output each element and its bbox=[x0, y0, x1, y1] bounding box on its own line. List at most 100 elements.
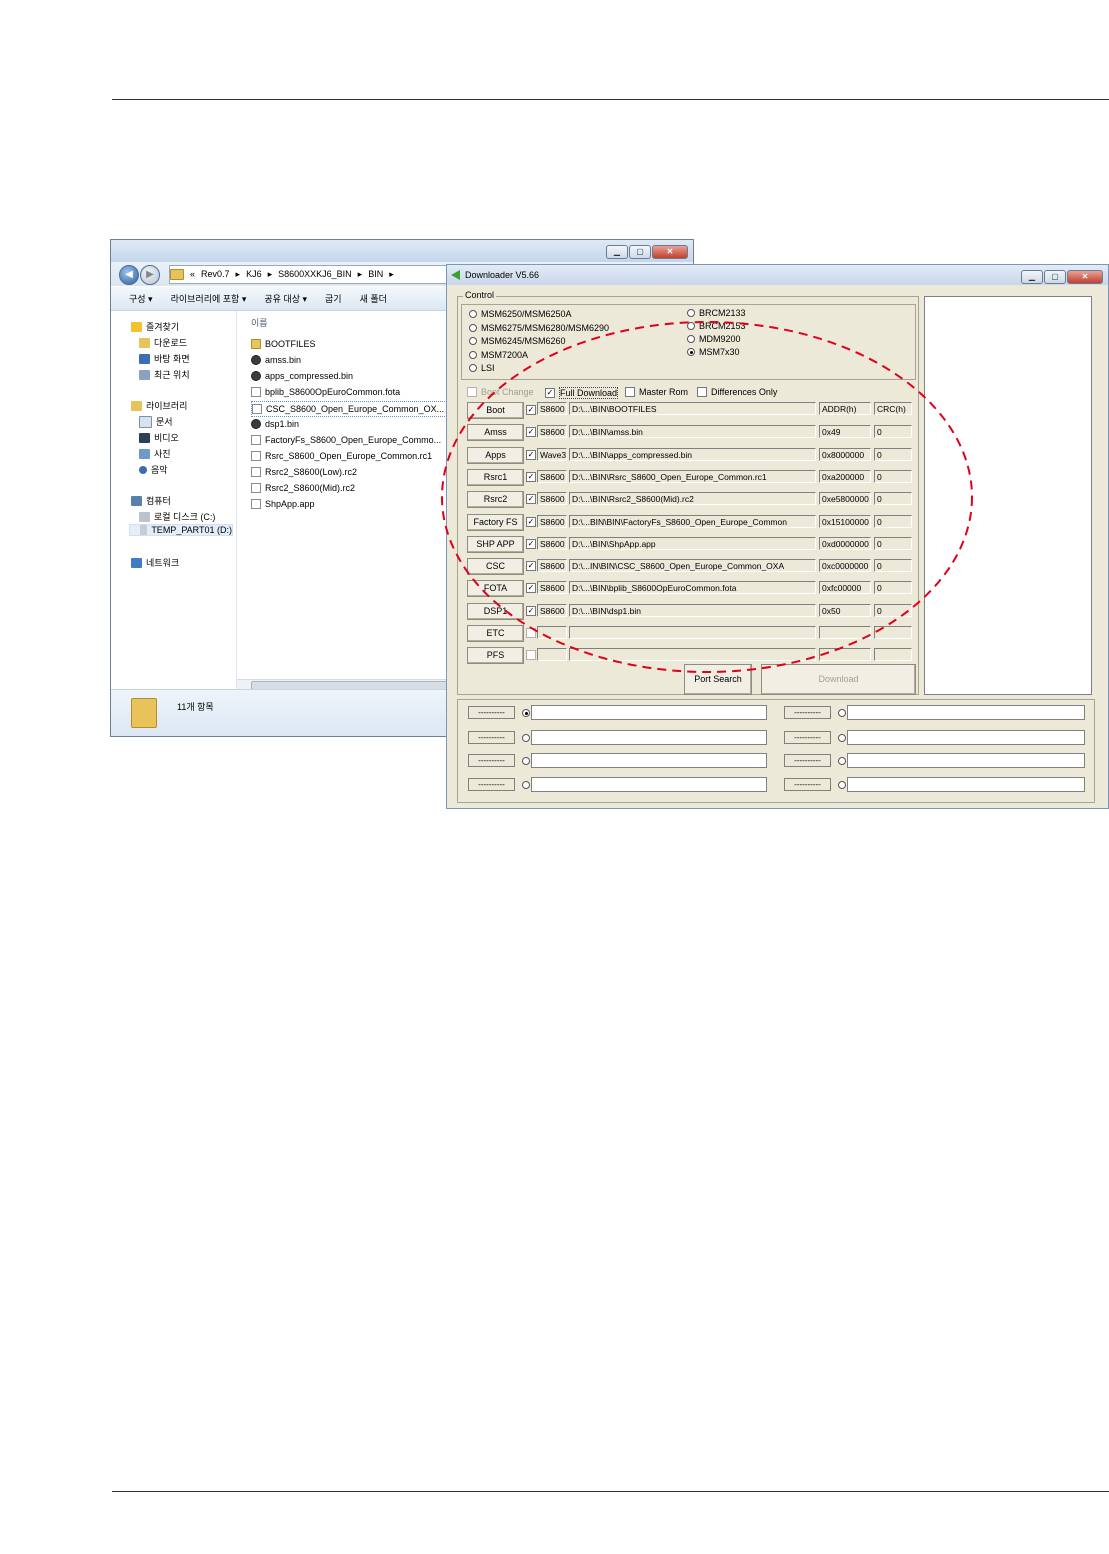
close-icon[interactable]: ✕ bbox=[652, 245, 688, 259]
file-select-button[interactable]: Amss bbox=[467, 424, 524, 442]
column-header-name[interactable]: 이름 bbox=[251, 316, 268, 329]
burn-button[interactable]: 굽기 bbox=[325, 292, 342, 305]
row-checkbox[interactable]: ✓ bbox=[526, 561, 536, 572]
breadcrumb-part[interactable]: BIN bbox=[368, 269, 383, 279]
chipset-radio[interactable]: MSM7x30 bbox=[687, 347, 740, 357]
file-item[interactable]: bplib_S8600OpEuroCommon.fota bbox=[251, 385, 400, 399]
file-item[interactable]: Rsrc2_S8600(Mid).rc2 bbox=[251, 481, 355, 495]
file-select-button[interactable]: Factory FS bbox=[467, 513, 524, 531]
download-button[interactable]: Download bbox=[761, 664, 916, 695]
close-icon[interactable]: ✕ bbox=[1067, 270, 1103, 284]
file-item[interactable]: amss.bin bbox=[251, 353, 301, 367]
radio-dot bbox=[469, 323, 477, 332]
breadcrumb-part[interactable]: KJ6 bbox=[246, 269, 262, 279]
nav-favorites[interactable]: 즐겨찾기 bbox=[131, 320, 179, 333]
share-with-menu[interactable]: 공유 대상 ▾ bbox=[264, 292, 307, 305]
row-checkbox[interactable]: ✓ bbox=[526, 605, 536, 616]
chipset-radio[interactable]: BRCM2153 bbox=[687, 321, 746, 331]
chipset-radio[interactable]: MSM6275/MSM6280/MSM6290 bbox=[469, 323, 609, 333]
port-radio[interactable] bbox=[522, 757, 530, 765]
nav-computer[interactable]: 컴퓨터 bbox=[131, 494, 171, 507]
port-radio[interactable] bbox=[838, 734, 846, 742]
port-radio[interactable] bbox=[522, 734, 530, 742]
file-select-button[interactable]: CSC bbox=[467, 558, 524, 576]
include-in-library-menu[interactable]: 라이브러리에 포함 ▾ bbox=[171, 292, 247, 305]
path-field bbox=[569, 648, 816, 662]
port-radio[interactable] bbox=[522, 781, 530, 789]
nav-documents[interactable]: 문서 bbox=[139, 415, 173, 428]
port-radio[interactable] bbox=[838, 709, 846, 717]
port-search-button[interactable]: Port Search bbox=[684, 664, 752, 695]
breadcrumb-part[interactable]: ▸ bbox=[236, 269, 241, 279]
file-select-button[interactable]: PFS bbox=[467, 647, 524, 665]
chipset-radio[interactable]: MSM7200A bbox=[469, 350, 528, 360]
maximize-icon[interactable]: ▢ bbox=[629, 245, 651, 259]
chipset-radio[interactable]: LSI bbox=[469, 363, 495, 373]
breadcrumb-part[interactable]: S8600XXKJ6_BIN bbox=[278, 269, 352, 279]
row-checkbox[interactable]: ✓ bbox=[526, 494, 536, 505]
chipset-radio[interactable]: MSM6250/MSM6250A bbox=[469, 309, 572, 319]
differences-only-checkbox[interactable]: Differences Only bbox=[697, 387, 777, 397]
file-item[interactable]: CSC_S8600_Open_Europe_Common_OX... bbox=[251, 401, 450, 417]
nav-recent-places[interactable]: 최근 위치 bbox=[139, 368, 190, 381]
file-select-button[interactable]: FOTA bbox=[467, 580, 524, 598]
nav-libraries[interactable]: 라이브러리 bbox=[131, 399, 187, 412]
nav-network[interactable]: 네트워크 bbox=[131, 556, 179, 569]
file-select-button[interactable]: Rsrc2 bbox=[467, 491, 524, 509]
chipset-radio[interactable]: MSM6245/MSM6260 bbox=[469, 336, 566, 346]
file-select-button[interactable]: Apps bbox=[467, 446, 524, 464]
row-checkbox[interactable]: ✓ bbox=[526, 538, 536, 549]
row-checkbox[interactable]: ✓ bbox=[526, 405, 536, 415]
row-checkbox[interactable]: ✓ bbox=[526, 583, 536, 594]
row-checkbox[interactable]: ✓ bbox=[526, 516, 536, 527]
model-field: Wave3 bbox=[537, 447, 567, 461]
file-item[interactable]: BOOTFILES bbox=[251, 337, 316, 351]
file-item[interactable]: apps_compressed.bin bbox=[251, 369, 353, 383]
row-checkbox[interactable] bbox=[526, 628, 536, 638]
breadcrumb-part[interactable]: Rev0.7 bbox=[201, 269, 230, 279]
organize-menu[interactable]: 구성 ▾ bbox=[129, 292, 153, 305]
file-item[interactable]: Rsrc_S8600_Open_Europe_Common.rc1 bbox=[251, 449, 432, 463]
file-select-button[interactable]: ETC bbox=[467, 625, 524, 642]
forward-arrow-icon[interactable]: ▶ bbox=[140, 265, 160, 285]
file-select-button[interactable]: Rsrc1 bbox=[467, 468, 524, 486]
port-radio[interactable] bbox=[522, 709, 530, 717]
nav-local-disk[interactable]: 로컬 디스크 (C:) bbox=[139, 510, 215, 523]
chipset-radio[interactable]: BRCM2133 bbox=[687, 308, 746, 318]
row-checkbox[interactable]: ✓ bbox=[526, 449, 536, 460]
nav-music[interactable]: 음악 bbox=[139, 463, 168, 476]
breadcrumb-part[interactable]: « bbox=[190, 269, 195, 279]
file-select-button[interactable]: SHP APP bbox=[467, 535, 524, 553]
back-arrow-icon[interactable]: ◀ bbox=[119, 265, 139, 285]
log-panel bbox=[924, 296, 1092, 695]
breadcrumb-part[interactable]: ▸ bbox=[358, 269, 363, 279]
row-checkbox[interactable]: ✓ bbox=[526, 471, 536, 482]
new-folder-button[interactable]: 새 폴더 bbox=[360, 292, 387, 305]
file-select-button[interactable]: Boot bbox=[467, 402, 524, 419]
row-checkbox[interactable]: ✓ bbox=[526, 427, 536, 438]
chipset-radio[interactable]: MDM9200 bbox=[687, 334, 741, 344]
nav-pictures[interactable]: 사진 bbox=[139, 447, 171, 460]
row-checkbox[interactable] bbox=[526, 650, 536, 661]
nav-desktop[interactable]: 바탕 화면 bbox=[139, 352, 190, 365]
nav-temp-part[interactable]: TEMP_PART01 (D:) bbox=[129, 524, 233, 536]
nav-downloads[interactable]: 다운로드 bbox=[139, 336, 187, 349]
full-download-checkbox[interactable]: ✓ Full Download bbox=[545, 387, 619, 399]
breadcrumb-part[interactable]: ▸ bbox=[389, 269, 394, 279]
breadcrumb-part[interactable]: ▸ bbox=[268, 269, 273, 279]
minimize-icon[interactable]: ▁ bbox=[606, 245, 628, 259]
radio-dot bbox=[687, 348, 695, 356]
port-radio[interactable] bbox=[838, 757, 846, 765]
address-field: 0xa200000 bbox=[819, 469, 871, 483]
file-item[interactable]: FactoryFs_S8600_Open_Europe_Commo... bbox=[251, 433, 441, 447]
file-item[interactable]: ShpApp.app bbox=[251, 497, 315, 511]
minimize-icon[interactable]: ▁ bbox=[1021, 270, 1043, 284]
file-item[interactable]: Rsrc2_S8600(Low).rc2 bbox=[251, 465, 357, 479]
master-rom-checkbox[interactable]: Master Rom bbox=[625, 387, 688, 397]
nav-videos[interactable]: 비디오 bbox=[139, 431, 179, 444]
port-radio[interactable] bbox=[838, 781, 846, 789]
file-select-button[interactable]: DSP1 bbox=[467, 602, 524, 620]
file-item[interactable]: dsp1.bin bbox=[251, 417, 299, 431]
maximize-icon[interactable]: ▢ bbox=[1044, 270, 1066, 284]
boot-change-checkbox[interactable]: Boot Change bbox=[467, 387, 534, 397]
